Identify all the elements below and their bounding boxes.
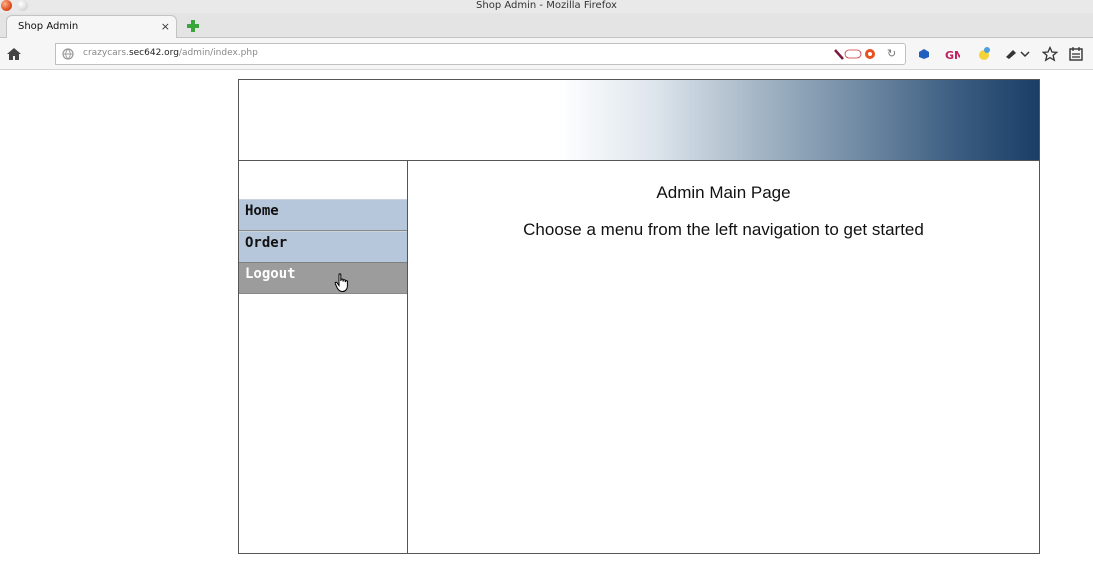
- site-identity-icon[interactable]: [62, 48, 74, 60]
- reading-list-icon[interactable]: [1068, 46, 1084, 62]
- extension-icon-1[interactable]: [916, 46, 932, 62]
- home-icon[interactable]: [6, 46, 22, 62]
- sidebar-navigation: Home Order Logout: [238, 160, 408, 554]
- sidebar-item-order[interactable]: Order: [239, 231, 407, 263]
- sidebar-item-label: Logout: [245, 266, 296, 282]
- sidebar-item-label: Home: [245, 203, 279, 219]
- bookmark-star-icon[interactable]: [1042, 46, 1058, 62]
- sidebar-item-label: Order: [245, 235, 288, 251]
- page-header-banner: [238, 79, 1040, 161]
- php-extension-icon[interactable]: [833, 47, 877, 62]
- greasemonkey-icon[interactable]: GM: [944, 46, 960, 62]
- navigation-bar: crazycars.sec642.org/admin/index.php ↻ G…: [0, 38, 1093, 70]
- new-tab-icon[interactable]: [185, 18, 201, 34]
- address-bar[interactable]: crazycars.sec642.org/admin/index.php ↻: [55, 43, 906, 65]
- extension-menu-icon[interactable]: [1004, 46, 1030, 62]
- tab-close-icon[interactable]: ×: [161, 20, 170, 33]
- sidebar-item-logout[interactable]: Logout: [239, 262, 407, 294]
- main-content: Admin Main Page Choose a menu from the l…: [407, 160, 1040, 554]
- hand-pointer-cursor-icon: [334, 273, 348, 293]
- reload-icon[interactable]: ↻: [887, 47, 896, 60]
- tab-strip: Shop Admin ×: [0, 13, 1093, 39]
- page-title: Admin Main Page: [656, 183, 791, 202]
- tab-label: Shop Admin: [18, 21, 79, 32]
- window-title-bar: Shop Admin - Mozilla Firefox: [0, 0, 1093, 13]
- extension-icon-3[interactable]: [976, 46, 992, 62]
- page-subtitle: Choose a menu from the left navigation t…: [523, 220, 924, 239]
- url-text[interactable]: crazycars.sec642.org/admin/index.php: [83, 48, 258, 58]
- tab-shop-admin[interactable]: Shop Admin ×: [6, 15, 177, 39]
- window-title: Shop Admin - Mozilla Firefox: [476, 0, 617, 11]
- svg-text:GM: GM: [945, 49, 960, 62]
- sidebar-item-home[interactable]: Home: [239, 199, 407, 231]
